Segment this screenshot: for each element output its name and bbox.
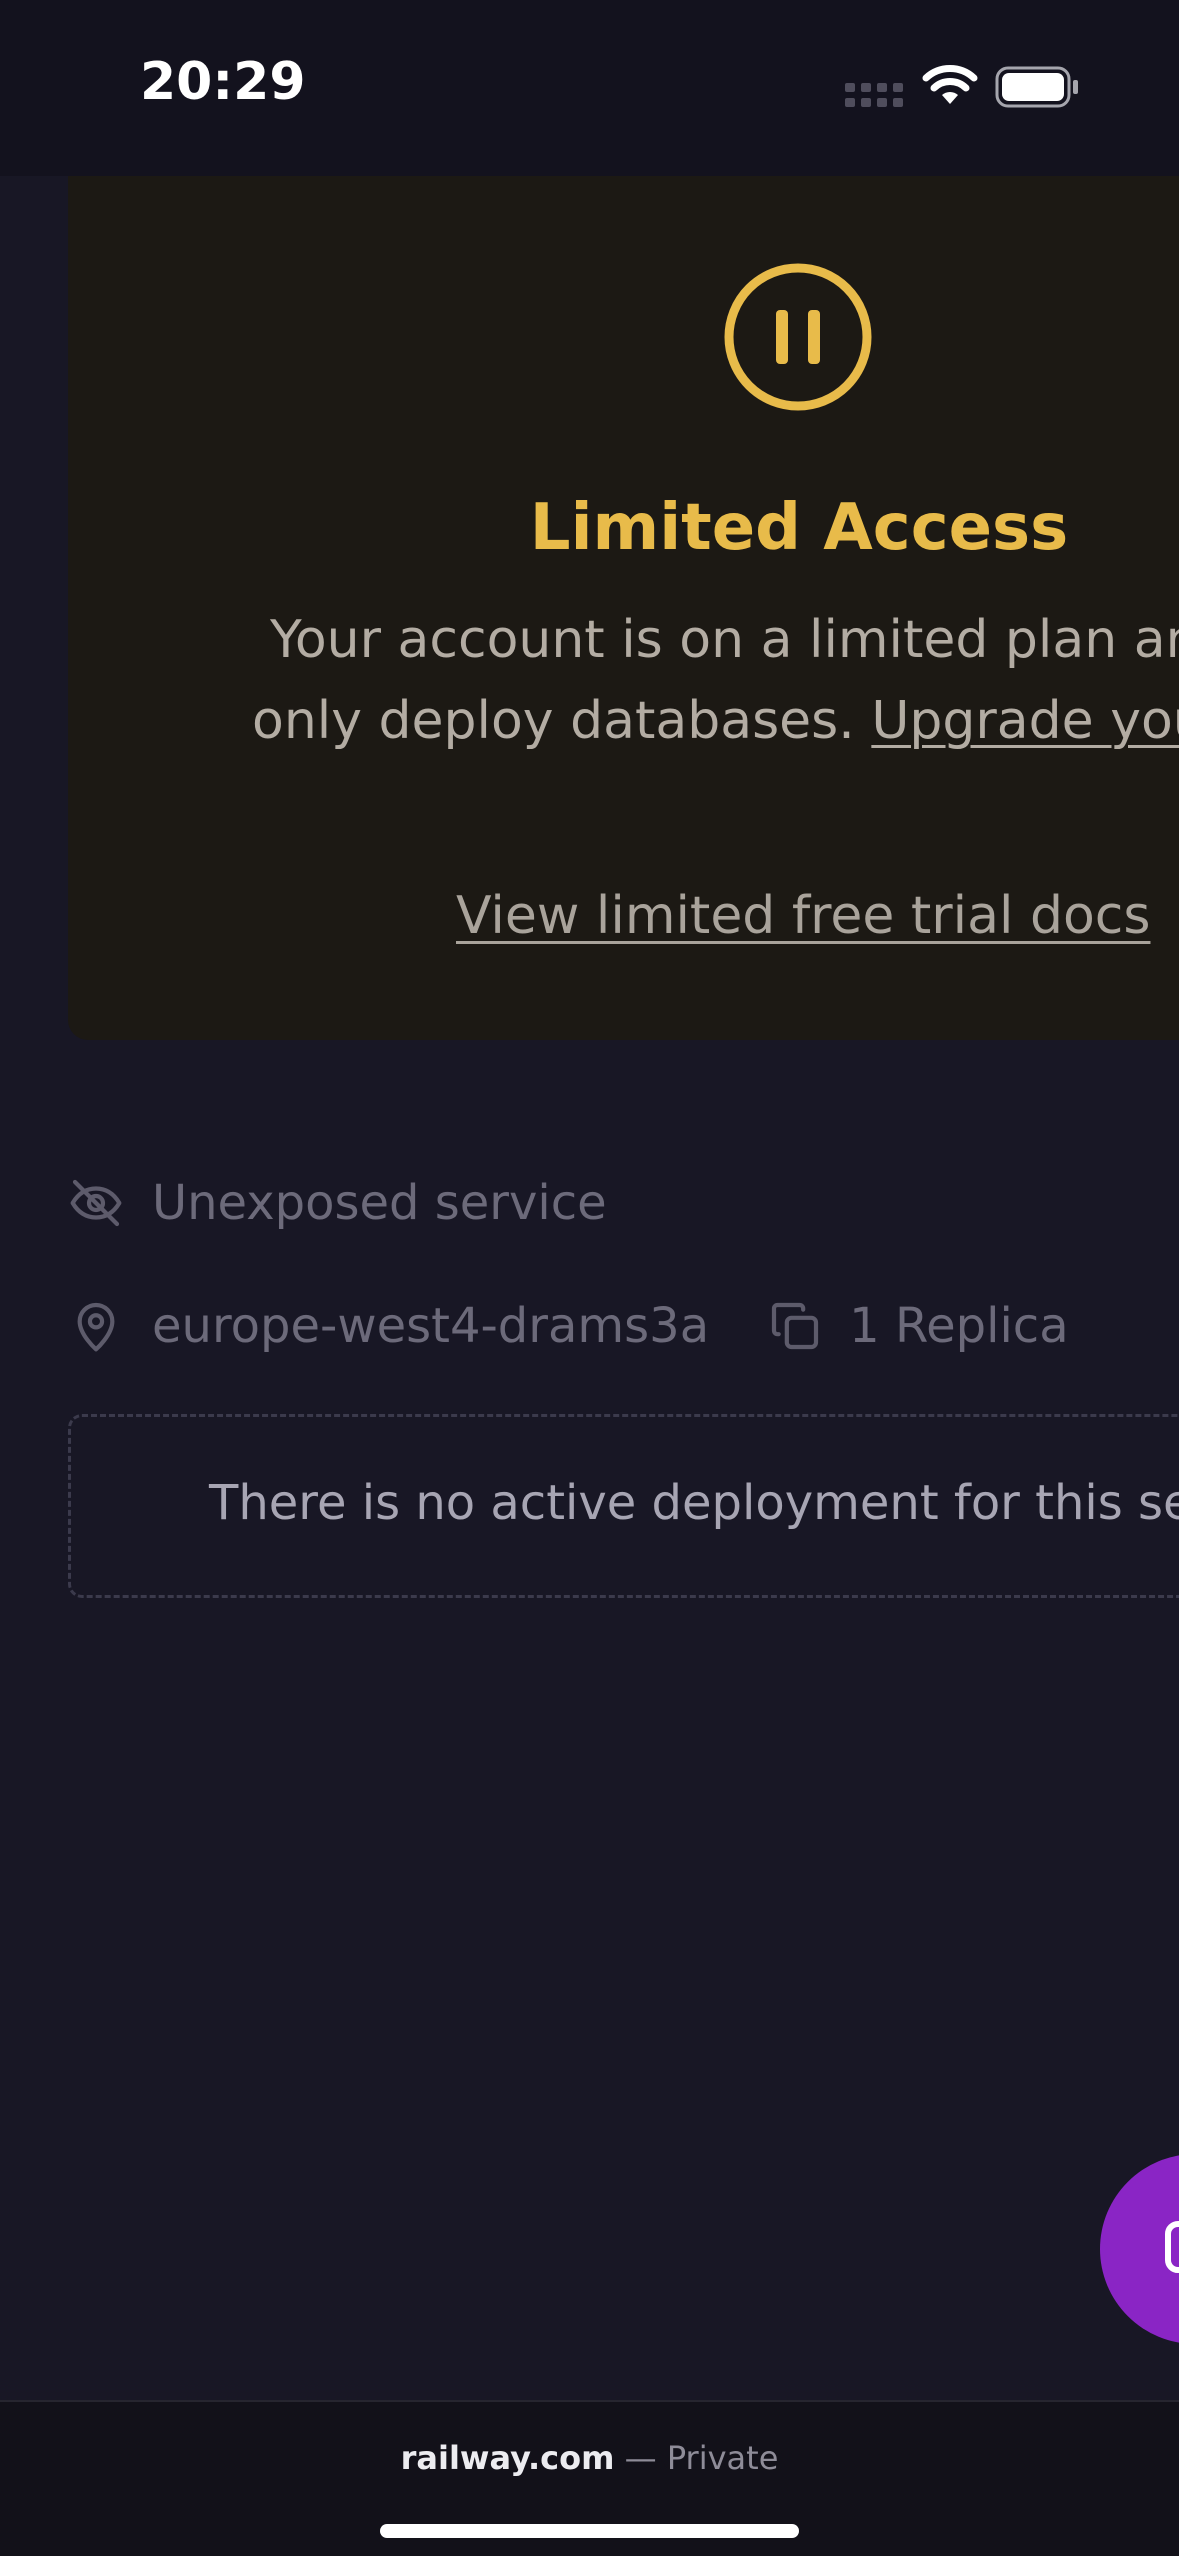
chat-icon xyxy=(1165,2221,1179,2273)
limited-access-message-continued: only deploy databases. Upgrade your plan xyxy=(252,695,1179,747)
free-trial-docs-link[interactable]: View limited free trial docs xyxy=(456,890,1150,942)
wifi-icon xyxy=(922,65,978,104)
chat-fab-button[interactable] xyxy=(1100,2154,1179,2344)
limited-access-message: Your account is on a limited plan and ca… xyxy=(270,610,1179,670)
no-deployment-message: There is no active deployment for this s… xyxy=(209,1475,1179,1531)
upgrade-plan-link[interactable]: Upgrade your plan xyxy=(871,691,1179,751)
deployment-meta: europe-west4-drams3a 1 Replica xyxy=(68,1289,1069,1363)
home-indicator[interactable] xyxy=(380,2524,799,2538)
limited-access-title: Limited Access xyxy=(529,491,1069,565)
url-display: railway.com — Private xyxy=(0,2442,1179,2474)
map-pin-icon xyxy=(77,1302,115,1352)
exposure-status: Unexposed service xyxy=(68,1166,607,1240)
limited-access-message-prefix: only deploy databases. xyxy=(252,691,855,751)
browser-url-bar[interactable]: railway.com — Private xyxy=(0,2400,1179,2556)
limited-access-card: Limited Access Your account is on a limi… xyxy=(68,176,1179,1040)
service-panel: Limited Access Your account is on a limi… xyxy=(0,176,1179,2400)
cellular-signal-icon xyxy=(845,83,903,107)
status-time: 20:29 xyxy=(140,52,306,112)
empty-deployment-box: There is no active deployment for this s… xyxy=(68,1414,1179,1598)
private-indicator: — Private xyxy=(624,2439,779,2477)
replica-count: 1 Replica xyxy=(767,1298,1069,1354)
battery-icon xyxy=(995,66,1078,108)
eye-off-icon xyxy=(70,1179,122,1227)
replica-label: 1 Replica xyxy=(849,1298,1069,1354)
status-bar: 20:29 xyxy=(0,0,1179,176)
copy-icon xyxy=(772,1302,819,1350)
region-label: europe-west4-drams3a xyxy=(152,1298,710,1354)
pause-circle-icon xyxy=(724,263,872,411)
url-domain: railway.com xyxy=(400,2439,615,2477)
exposure-label: Unexposed service xyxy=(152,1175,607,1231)
